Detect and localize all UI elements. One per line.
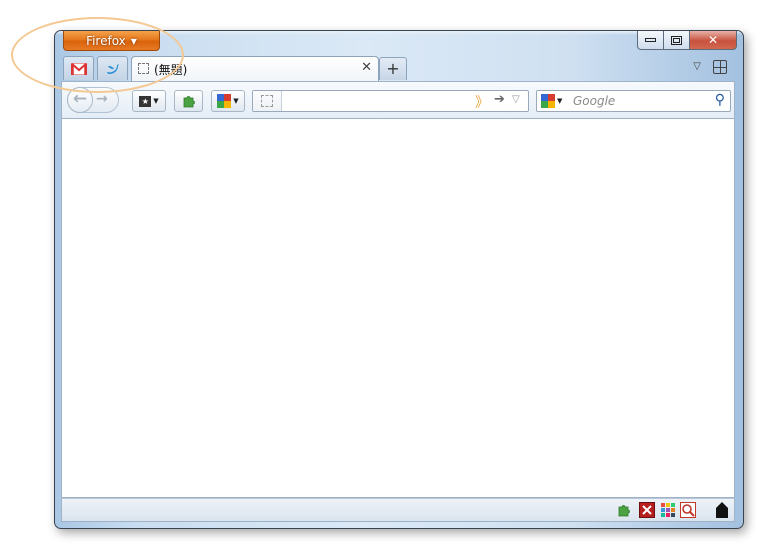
- maximize-button[interactable]: [664, 31, 690, 50]
- firefox-menu-label: Firefox: [86, 34, 126, 48]
- tab-groups-icon[interactable]: [713, 60, 727, 74]
- url-bar[interactable]: 》 ➔ ▽: [252, 90, 529, 112]
- tab-close-icon[interactable]: ✕: [361, 60, 372, 75]
- app-tab-twitter[interactable]: [97, 56, 128, 80]
- forward-button[interactable]: →: [96, 91, 108, 107]
- gmail-icon: [70, 62, 87, 75]
- search-bar[interactable]: ▼ Google ⚲: [536, 90, 731, 112]
- tab-untitled[interactable]: (無題) ✕: [131, 56, 379, 81]
- go-arrow-icon[interactable]: ➔: [494, 92, 505, 107]
- maximize-icon: [671, 35, 682, 45]
- browser-window: Firefox ▼ ✕ (無題) ✕ + ▽ ← → ★ ▼ ▼ 》 ➔ ▽ ▼…: [54, 30, 744, 529]
- blank-page-icon: [261, 95, 273, 107]
- search-engine-selector[interactable]: ▼: [541, 94, 562, 108]
- navigation-toolbar: ← → ★ ▼ ▼ 》 ➔ ▽ ▼ Google ⚲: [61, 81, 735, 118]
- app-tab-gmail[interactable]: [63, 56, 94, 80]
- google-toolbar-button[interactable]: ▼: [211, 90, 245, 112]
- x-icon[interactable]: [639, 502, 655, 518]
- bookmark-star-icon: ★: [139, 95, 152, 107]
- page-content-area[interactable]: [61, 118, 735, 498]
- blank-page-icon: [138, 63, 149, 74]
- new-tab-button[interactable]: +: [379, 57, 407, 80]
- site-identity-button[interactable]: [253, 91, 282, 111]
- close-button[interactable]: ✕: [690, 31, 737, 50]
- plus-icon: +: [386, 59, 400, 78]
- tab-title: (無題): [154, 63, 188, 77]
- minimize-icon: [645, 38, 656, 42]
- addon-bar: [61, 498, 735, 522]
- search-box-icon[interactable]: [680, 502, 696, 518]
- addons-button[interactable]: [174, 90, 203, 112]
- search-placeholder: Google: [573, 94, 616, 108]
- close-icon: ✕: [707, 33, 719, 47]
- puzzle-icon: [183, 96, 195, 108]
- twitter-icon: [106, 63, 119, 74]
- bookmark-feed-icon[interactable]: 》: [475, 92, 489, 112]
- search-icon[interactable]: ⚲: [715, 92, 725, 108]
- chevron-down-icon: ▼: [557, 97, 563, 105]
- back-button[interactable]: ←: [67, 87, 93, 113]
- url-history-dropdown-icon[interactable]: ▽: [512, 94, 520, 105]
- minimize-button[interactable]: [637, 31, 664, 50]
- caption-buttons: ✕: [637, 31, 737, 51]
- grid-icon[interactable]: [660, 502, 676, 518]
- black-shape-icon[interactable]: [714, 501, 730, 519]
- back-forward-group: ← →: [67, 87, 119, 113]
- addon-icon[interactable]: [617, 502, 633, 518]
- back-arrow-icon: ←: [72, 89, 88, 109]
- list-all-tabs-icon[interactable]: ▽: [693, 61, 701, 72]
- tab-strip: (無題) ✕ + ▽: [63, 56, 735, 81]
- firefox-menu-button[interactable]: Firefox ▼: [63, 31, 160, 51]
- bookmarks-menu-button[interactable]: ★ ▼: [132, 90, 166, 112]
- chevron-down-icon: ▼: [153, 97, 159, 105]
- google-icon: [541, 94, 555, 108]
- chevron-down-icon: ▼: [130, 37, 137, 46]
- google-icon: [217, 94, 232, 108]
- chevron-down-icon: ▼: [233, 97, 239, 105]
